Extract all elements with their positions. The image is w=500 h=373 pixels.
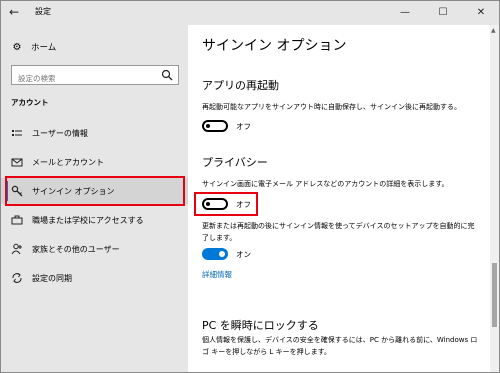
sidebar-item-mail-accounts[interactable]: メールとアカウント — [1, 149, 188, 175]
toggle-knob — [219, 251, 225, 257]
privacy-heading: プライバシー — [202, 156, 268, 169]
lock-heading: PC を瞬時にロックする — [202, 319, 319, 332]
sidebar-item-label: 家族とその他のユーザー — [32, 244, 120, 254]
back-arrow-icon: ← — [8, 5, 20, 19]
toggle-knob — [206, 124, 210, 128]
scroll-up-icon[interactable]: ▲ — [491, 27, 496, 34]
sidebar-item-user-info[interactable]: ユーザーの情報 — [1, 120, 188, 146]
selected-item-highlight-box — [5, 176, 185, 206]
sidebar-item-label: ユーザーの情報 — [32, 128, 88, 138]
learn-more-link[interactable]: 詳細情報 — [202, 269, 232, 280]
restart-toggle-label: オフ — [236, 121, 251, 131]
auto-setup-toggle-label: オン — [236, 249, 251, 259]
sync-icon — [11, 272, 23, 284]
search-icon[interactable] — [161, 69, 173, 81]
sidebar-item-label: 職場または学校にアクセスする — [32, 215, 144, 225]
gear-icon: ⚙ — [12, 41, 22, 53]
title-bar: ← 設定 — ☐ ✕ — [1, 1, 499, 25]
privacy-description-2: 更新または再起動の後にサインイン情報を使ってデバイスのセットアップを自動的に完了… — [202, 222, 475, 242]
restart-description: 再起動可能なアプリをサインアウト時に自動保存し、サインイン後に再起動する。 — [202, 103, 461, 111]
minimize-button[interactable]: — — [386, 1, 424, 25]
restart-heading: アプリの再起動 — [202, 79, 279, 92]
sidebar-item-sync[interactable]: 設定の同期 — [1, 265, 188, 291]
search-input[interactable] — [12, 69, 152, 88]
scrollbar[interactable]: ▲ — [490, 25, 499, 372]
sidebar-item-family-users[interactable]: 家族とその他のユーザー — [1, 236, 188, 262]
close-button[interactable]: ✕ — [462, 1, 499, 25]
maximize-button[interactable]: ☐ — [424, 1, 462, 25]
restart-toggle-row: オフ — [202, 119, 251, 133]
page-title: サインイン オプション — [202, 38, 347, 54]
toggle-highlight-box — [194, 192, 258, 216]
settings-window: ← 設定 — ☐ ✕ ⚙ ホーム アカウント ユーザーの情報 — [0, 0, 500, 373]
section-heading: アカウント — [11, 98, 49, 107]
person-add-icon — [11, 243, 23, 255]
restart-toggle[interactable] — [202, 120, 228, 132]
lock-description: 個人情報を保護し、デバイスの安全を確保するには、PC から離れる前に、Windo… — [202, 336, 478, 356]
auto-setup-toggle-row: オン — [202, 247, 251, 261]
main-panel: サインイン オプション アプリの再起動 再起動可能なアプリをサインアウト時に自動… — [188, 25, 490, 372]
home-label: ホーム — [31, 43, 57, 53]
sidebar-item-work-school[interactable]: 職場または学校にアクセスする — [1, 207, 188, 233]
briefcase-icon — [11, 214, 23, 226]
minimize-icon: — — [400, 7, 410, 18]
back-button[interactable]: ← — [5, 3, 23, 21]
auto-setup-toggle[interactable] — [202, 248, 228, 260]
mail-icon — [11, 156, 23, 168]
sidebar-item-label: メールとアカウント — [32, 157, 104, 167]
sidebar-item-label: 設定の同期 — [32, 273, 72, 283]
maximize-icon: ☐ — [438, 7, 448, 18]
scroll-thumb[interactable] — [492, 263, 497, 327]
home-link[interactable]: ⚙ ホーム — [11, 39, 57, 55]
close-icon: ✕ — [476, 7, 486, 18]
user-info-icon — [11, 127, 23, 139]
privacy-description-1: サインイン画面に電子メール アドレスなどのアカウントの詳細を表示します。 — [202, 180, 449, 188]
window-title: 設定 — [35, 7, 51, 16]
search-box[interactable] — [11, 65, 179, 88]
